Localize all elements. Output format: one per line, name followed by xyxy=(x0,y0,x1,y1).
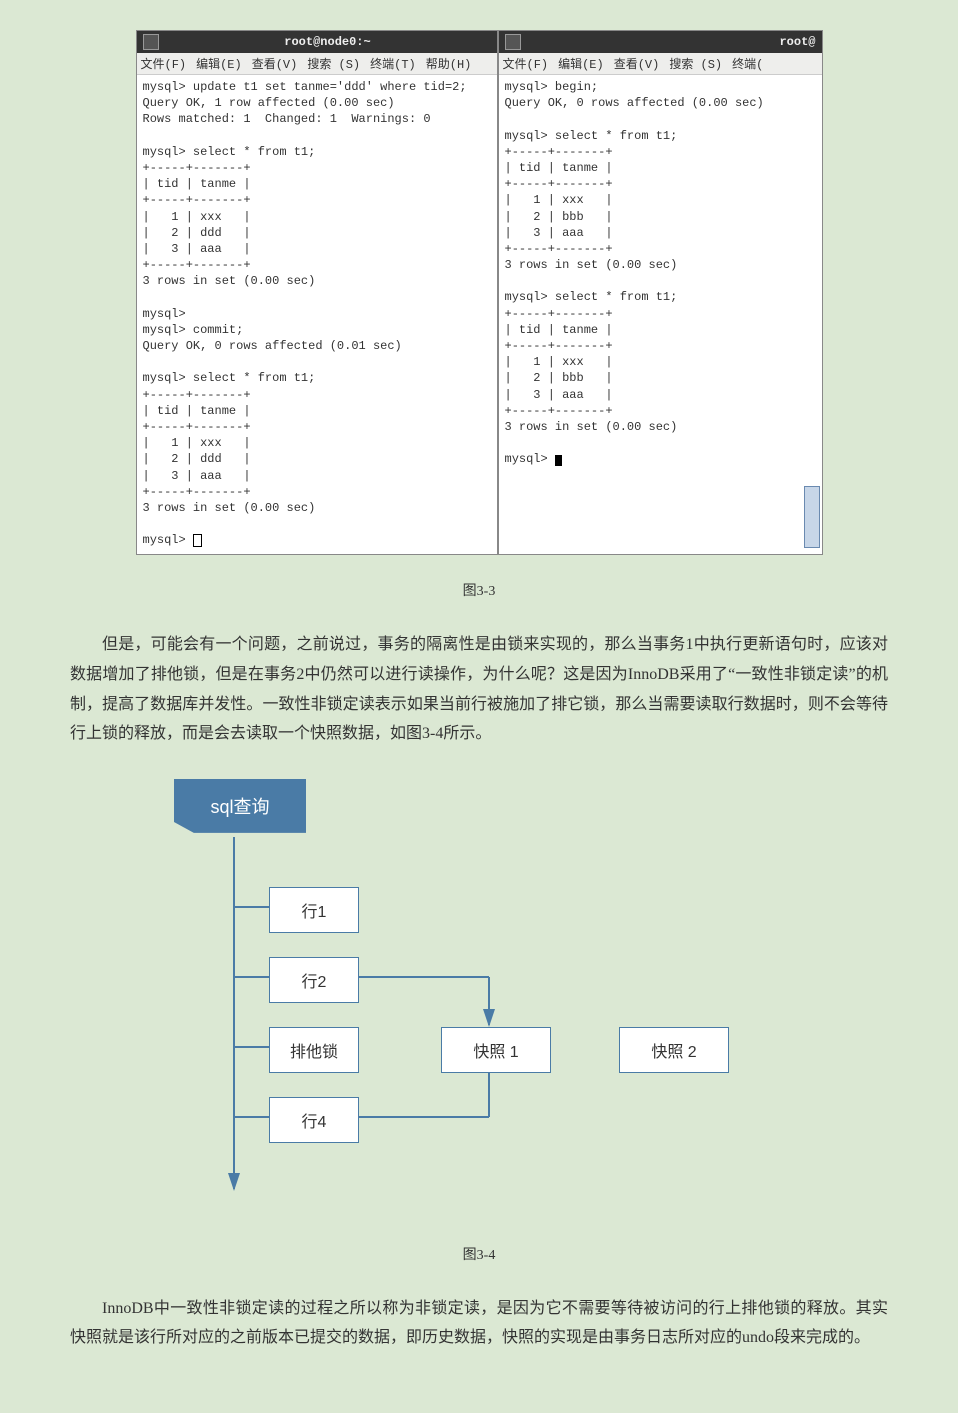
menu-terminal[interactable]: 终端( xyxy=(732,55,763,72)
menu-edit[interactable]: 编辑(E) xyxy=(196,55,242,72)
lock-box: 排他锁 xyxy=(269,1027,359,1073)
diagram-wrap: sql查询 行1 行2 排他锁 行4 快照 1 快照 2 xyxy=(70,779,888,1219)
paragraph-1: 但是，可能会有一个问题，之前说过，事务的隔离性是由锁来实现的，那么当事务1中执行… xyxy=(70,630,888,748)
menu-search[interactable]: 搜索 (S) xyxy=(669,55,722,72)
row4-box: 行4 xyxy=(269,1097,359,1143)
title-text-left: root@node0:~ xyxy=(165,35,491,49)
terminal-row: root@node0:~ 文件(F) 编辑(E) 查看(V) 搜索 (S) 终端… xyxy=(70,30,888,555)
menu-edit[interactable]: 编辑(E) xyxy=(558,55,604,72)
terminal-window-left: root@node0:~ 文件(F) 编辑(E) 查看(V) 搜索 (S) 终端… xyxy=(136,30,498,555)
menu-terminal[interactable]: 终端(T) xyxy=(370,55,416,72)
figure-caption-3-4: 图3-4 xyxy=(70,1244,888,1264)
scrollbar[interactable] xyxy=(804,486,820,548)
menu-file[interactable]: 文件(F) xyxy=(503,55,549,72)
terminal-body-left[interactable]: mysql> update t1 set tanme='ddd' where t… xyxy=(137,75,497,554)
terminal-body-right[interactable]: mysql> begin; Query OK, 0 rows affected … xyxy=(499,75,822,554)
cursor-icon xyxy=(193,534,202,547)
figure-caption-3-3: 图3-3 xyxy=(70,580,888,600)
terminal-window-right: root@ 文件(F) 编辑(E) 查看(V) 搜索 (S) 终端( mysql… xyxy=(498,30,823,555)
menu-search[interactable]: 搜索 (S) xyxy=(307,55,360,72)
menu-view[interactable]: 查看(V) xyxy=(252,55,298,72)
snapshot1-box: 快照 1 xyxy=(441,1027,551,1073)
terminal-icon xyxy=(505,34,521,50)
snapshot2-box: 快照 2 xyxy=(619,1027,729,1073)
row2-box: 行2 xyxy=(269,957,359,1003)
sql-query-box: sql查询 xyxy=(174,779,306,833)
diagram-3-4: sql查询 行1 行2 排他锁 行4 快照 1 快照 2 xyxy=(159,779,799,1219)
paragraph-2: InnoDB中一致性非锁定读的过程之所以称为非锁定读，是因为它不需要等待被访问的… xyxy=(70,1294,888,1353)
cursor-icon xyxy=(555,455,562,466)
menu-view[interactable]: 查看(V) xyxy=(614,55,660,72)
terminal-icon xyxy=(143,34,159,50)
title-text-right: root@ xyxy=(527,35,816,49)
menu-file[interactable]: 文件(F) xyxy=(141,55,187,72)
menubar-left: 文件(F) 编辑(E) 查看(V) 搜索 (S) 终端(T) 帮助(H) xyxy=(137,53,497,75)
page: root@node0:~ 文件(F) 编辑(E) 查看(V) 搜索 (S) 终端… xyxy=(0,0,958,1413)
titlebar-left: root@node0:~ xyxy=(137,31,497,53)
diagram-lines xyxy=(159,779,799,1219)
row1-box: 行1 xyxy=(269,887,359,933)
titlebar-right: root@ xyxy=(499,31,822,53)
menubar-right: 文件(F) 编辑(E) 查看(V) 搜索 (S) 终端( xyxy=(499,53,822,75)
menu-help[interactable]: 帮助(H) xyxy=(426,55,472,72)
